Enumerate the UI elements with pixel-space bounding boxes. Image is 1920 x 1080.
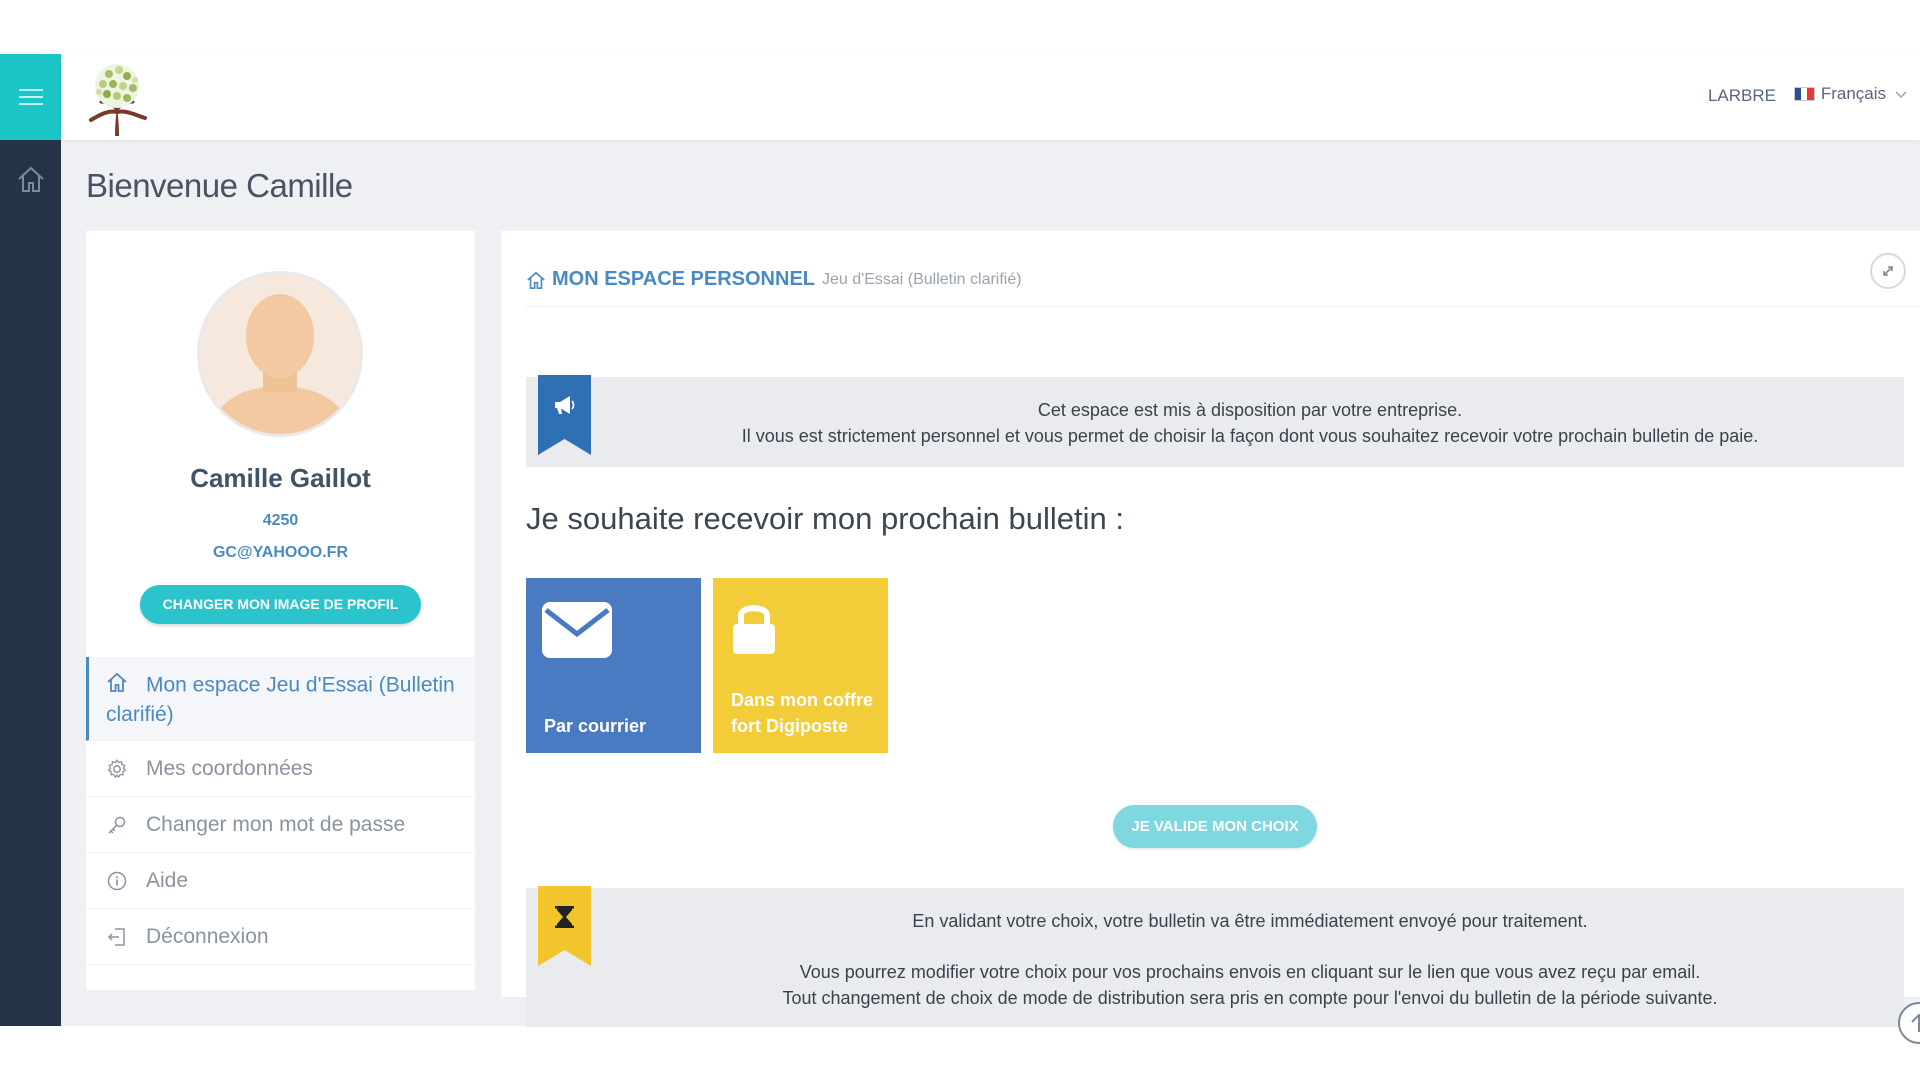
menu-item-my-space[interactable]: Mon espace Jeu d'Essai (Bulletin clarifi… xyxy=(86,657,475,741)
notice-line: En validant votre choix, votre bulletin … xyxy=(912,911,1588,931)
main-panel: MON ESPACE PERSONNEL Jeu d'Essai (Bullet… xyxy=(501,231,1920,1027)
expand-button[interactable] xyxy=(1870,253,1906,289)
menu-item-label: Changer mon mot de passe xyxy=(146,813,406,836)
menu-toggle-button[interactable] xyxy=(0,54,61,140)
megaphone-ribbon-icon xyxy=(538,375,591,455)
panel-subtitle: Jeu d'Essai (Bulletin clarifié) xyxy=(822,270,1022,288)
menu-item-change-password[interactable]: Changer mon mot de passe xyxy=(86,797,475,853)
option-mail-tile[interactable]: Par courrier xyxy=(526,578,701,753)
menu-item-label: Déconnexion xyxy=(146,925,269,948)
menu-item-label: Mes coordonnées xyxy=(146,757,313,780)
profile-card: Camille Gaillot 4250 GC@YAHOOO.FR CHANGE… xyxy=(86,231,475,990)
lock-icon xyxy=(733,605,775,654)
arrow-up-icon xyxy=(1911,1013,1920,1032)
language-label: Français xyxy=(1820,84,1886,103)
home-icon xyxy=(17,166,44,192)
home-icon xyxy=(527,271,545,289)
chevron-down-icon xyxy=(1895,91,1907,99)
page-title: Bienvenue Camille xyxy=(86,167,353,204)
language-selector[interactable]: Français xyxy=(1793,84,1908,104)
gear-icon xyxy=(107,759,127,778)
key-icon xyxy=(108,816,126,834)
validate-choice-button[interactable]: JE VALIDE MON CHOIX xyxy=(1113,805,1317,848)
notice-line: Vous pourrez modifier votre choix pour v… xyxy=(799,962,1701,982)
menu-item-logout[interactable]: Déconnexion xyxy=(86,909,475,965)
menu-item-help[interactable]: Aide xyxy=(86,853,475,909)
hourglass-ribbon-icon xyxy=(538,886,591,966)
info-icon xyxy=(107,871,127,891)
menu-item-contact-details[interactable]: Mes coordonnées xyxy=(86,741,475,797)
menu-item-label: Mon espace Jeu d'Essai (Bulletin clarifi… xyxy=(106,673,455,726)
home-icon xyxy=(107,672,127,692)
menu-item-label: Aide xyxy=(146,869,189,892)
change-profile-image-button[interactable]: CHANGER MON IMAGE DE PROFIL xyxy=(140,585,421,624)
left-rail xyxy=(0,54,61,1026)
notice-line: Tout changement de choix de mode de dist… xyxy=(782,988,1718,1008)
profile-id: 4250 xyxy=(262,512,299,529)
side-menu: Mon espace Jeu d'Essai (Bulletin clarifi… xyxy=(86,657,475,965)
panel-header: MON ESPACE PERSONNEL Jeu d'Essai (Bullet… xyxy=(526,253,1920,307)
panel-title: MON ESPACE PERSONNEL xyxy=(552,268,815,290)
user-menu[interactable]: LARBRE xyxy=(1708,86,1776,106)
profile-email: GC@YAHOOO.FR xyxy=(212,544,349,561)
expand-icon xyxy=(1883,266,1893,276)
rail-home-button[interactable] xyxy=(0,154,61,204)
hamburger-icon xyxy=(18,89,43,105)
scroll-to-top-button[interactable] xyxy=(1898,1002,1920,1044)
notice-line: Il vous est strictement personnel et vou… xyxy=(741,426,1759,446)
option-label: Dans mon coffre fort Digiposte xyxy=(731,690,874,736)
profile-name: Camille Gaillot xyxy=(190,463,371,493)
envelope-icon xyxy=(542,602,612,658)
processing-notice: En validant votre choix, votre bulletin … xyxy=(526,886,1904,1027)
avatar xyxy=(197,271,363,437)
logout-icon xyxy=(107,928,125,946)
option-digiposte-tile[interactable]: Dans mon coffre fort Digiposte xyxy=(713,578,888,753)
option-label: Par courrier xyxy=(544,716,647,736)
app-shell: LARBRE Français Bienvenue Camille Camill… xyxy=(0,54,1920,1044)
choice-title: Je souhaite recevoir mon prochain bullet… xyxy=(526,501,1124,536)
tree-logo[interactable] xyxy=(79,58,155,138)
notice-line: Cet espace est mis à disposition par vot… xyxy=(1037,400,1463,420)
top-bar: LARBRE Français xyxy=(61,54,1920,140)
french-flag-icon xyxy=(1793,87,1815,101)
info-notice: Cet espace est mis à disposition par vot… xyxy=(526,375,1904,467)
